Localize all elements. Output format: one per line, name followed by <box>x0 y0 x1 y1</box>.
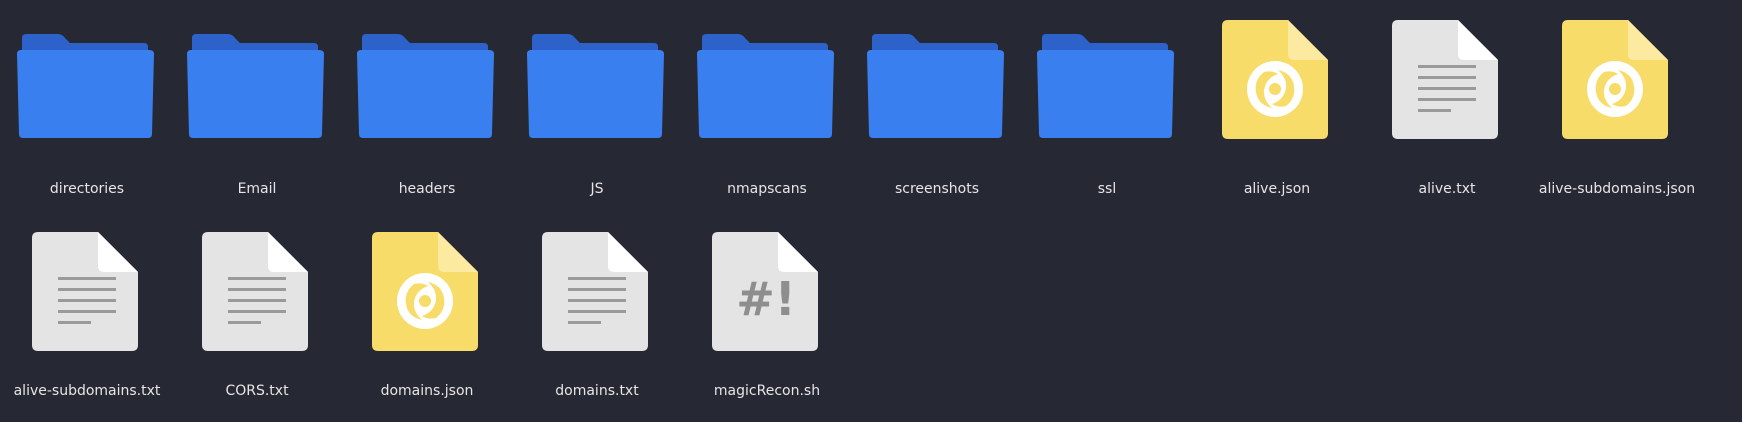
folder-icon <box>2 10 172 160</box>
folder-icon <box>682 10 852 160</box>
file-item-email[interactable]: Email <box>172 10 342 210</box>
text-file-icon <box>2 222 172 372</box>
file-item-domains-txt[interactable]: domains.txt <box>512 222 682 422</box>
file-item-directories[interactable]: directories <box>2 10 172 210</box>
shell-script-icon: #! <box>682 222 852 372</box>
file-item-alive-subdomains-json[interactable]: alive-subdomains.json <box>1532 10 1702 210</box>
file-item-js[interactable]: JS <box>512 10 682 210</box>
folder-icon <box>172 10 342 160</box>
file-item-alive-txt[interactable]: alive.txt <box>1362 10 1532 210</box>
folder-icon <box>852 10 1022 160</box>
text-file-icon <box>172 222 342 372</box>
shebang-glyph: #! <box>736 272 796 326</box>
file-item-screenshots[interactable]: screenshots <box>852 10 1022 210</box>
text-file-icon <box>1362 10 1532 160</box>
file-item-domains-json[interactable]: domains.json <box>342 222 512 422</box>
folder-icon <box>1022 10 1192 160</box>
file-item-alive-json[interactable]: alive.json <box>1192 10 1362 210</box>
file-item-headers[interactable]: headers <box>342 10 512 210</box>
file-label: magicRecon.sh <box>713 383 821 399</box>
json-file-icon <box>342 222 512 372</box>
file-item-alive-subdomains-txt[interactable]: alive-subdomains.txt <box>2 222 172 422</box>
folder-icon <box>512 10 682 160</box>
file-item-nmapscans[interactable]: nmapscans <box>682 10 852 210</box>
folder-icon <box>342 10 512 160</box>
json-file-icon <box>1532 10 1702 160</box>
json-file-icon <box>1192 10 1362 160</box>
file-grid: directories Email headers JS nmapscans s… <box>0 0 1742 418</box>
file-item-cors-txt[interactable]: CORS.txt <box>172 222 342 422</box>
file-item-magicrecon-sh[interactable]: #! magicRecon.sh <box>682 222 852 422</box>
file-item-ssl[interactable]: ssl <box>1022 10 1192 210</box>
file-label: alive-subdomains.json <box>1538 181 1696 197</box>
text-file-icon <box>512 222 682 372</box>
